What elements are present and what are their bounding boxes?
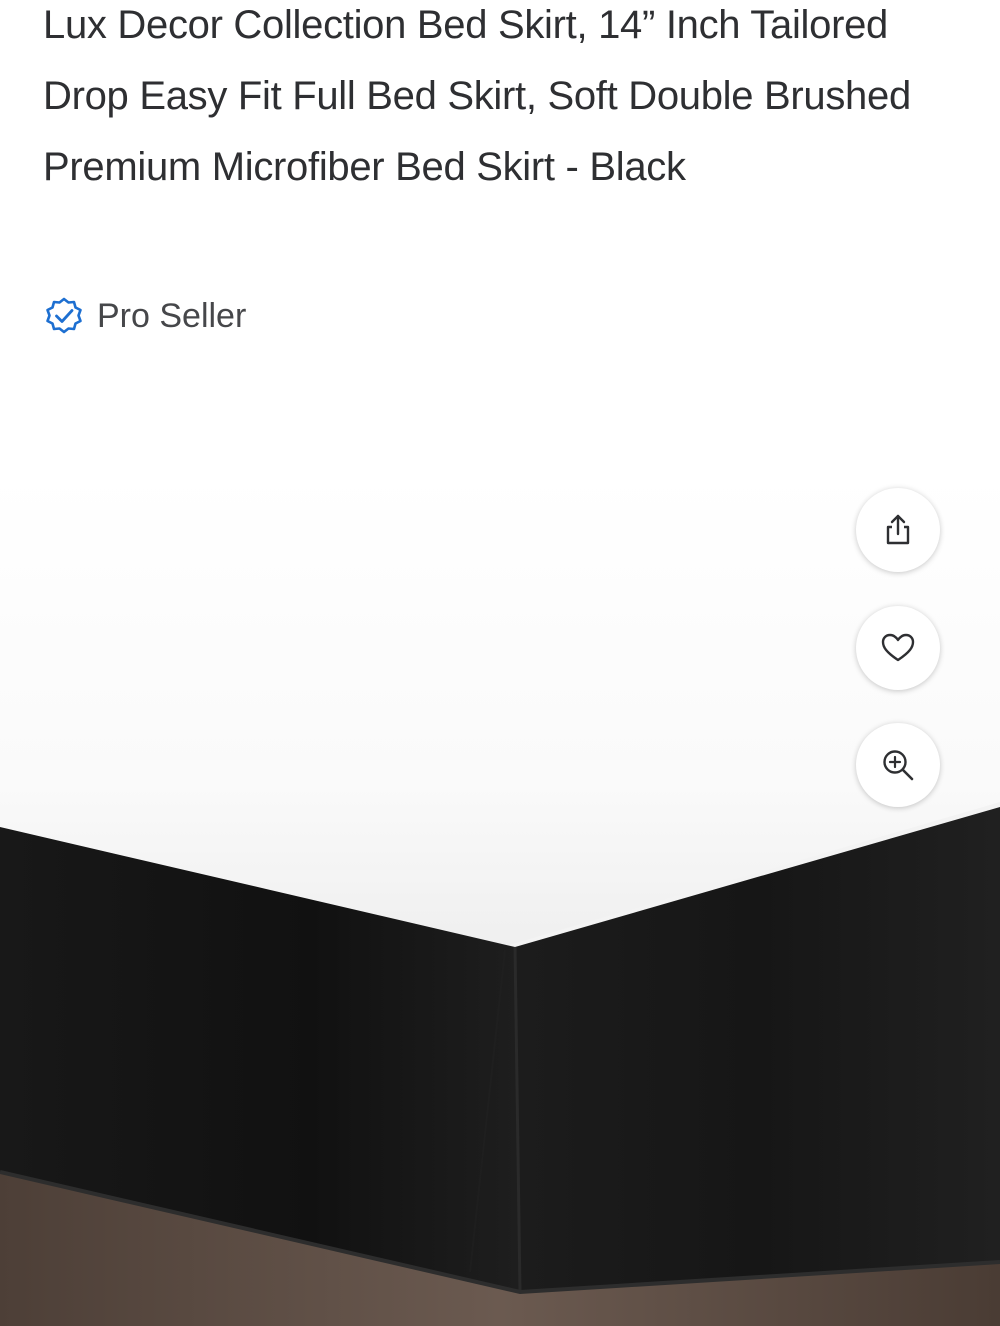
share-button[interactable] [856, 488, 940, 572]
product-title: Lux Decor Collection Bed Skirt, 14” Inch… [43, 3, 911, 189]
share-icon [886, 514, 910, 545]
zoom-button[interactable] [856, 723, 940, 807]
verified-check-icon [44, 296, 84, 336]
seller-label: Pro Seller [97, 296, 247, 335]
product-page: Lux Decor Collection Bed Skirt, 14” Inch… [0, 0, 1000, 1326]
pro-seller-badge: Pro Seller [44, 292, 246, 340]
product-image-gallery[interactable] [0, 472, 1000, 1326]
zoom-in-icon [883, 750, 914, 781]
heart-icon [881, 633, 915, 662]
product-image [0, 472, 1000, 1326]
favorite-button[interactable] [856, 606, 940, 690]
